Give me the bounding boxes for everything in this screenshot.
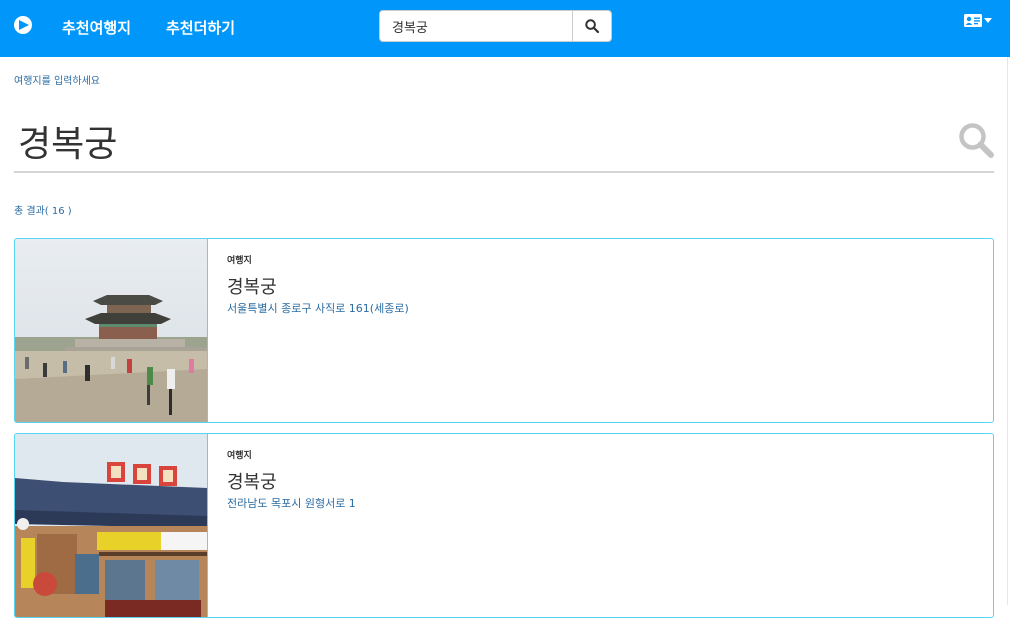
result-category: 여행지	[227, 451, 252, 461]
result-card[interactable]: 여행지 경복궁 서울특별시 종로구 사직로 161(세종로)	[14, 238, 994, 423]
search-icon[interactable]	[958, 122, 994, 158]
page-edge-divider	[1007, 57, 1008, 605]
search-icon	[585, 19, 599, 33]
result-card[interactable]: 여행지 경복궁 전라남도 목포시 원형서로 1	[14, 433, 994, 618]
result-address: 전라남도 목포시 원형서로 1	[227, 497, 356, 510]
user-menu-toggle[interactable]	[964, 14, 992, 27]
result-thumbnail	[15, 239, 208, 422]
nav-link-recommended[interactable]: 추천여행지	[62, 17, 131, 38]
navbar-search-input[interactable]	[380, 11, 572, 41]
result-count: 총 결과( 16 )	[14, 206, 72, 217]
result-category: 여행지	[227, 256, 252, 266]
navbar-search	[379, 10, 612, 42]
user-card-icon	[964, 14, 982, 27]
result-title[interactable]: 경복궁	[227, 468, 277, 494]
result-address: 서울특별시 종로구 사직로 161(세종로)	[227, 302, 409, 315]
main-search-bar	[14, 112, 994, 173]
navbar-search-button[interactable]	[572, 11, 611, 41]
caret-down-icon	[984, 17, 992, 23]
main-search-input[interactable]	[18, 116, 918, 166]
play-circle-icon[interactable]	[14, 16, 32, 34]
search-hint-label: 여행지를 입력하세요	[14, 76, 100, 87]
result-thumbnail	[15, 434, 208, 617]
nav-link-add-recommendation[interactable]: 추천더하기	[166, 17, 235, 38]
top-navbar: 추천여행지 추천더하기	[0, 0, 1010, 57]
result-title[interactable]: 경복궁	[227, 273, 277, 299]
